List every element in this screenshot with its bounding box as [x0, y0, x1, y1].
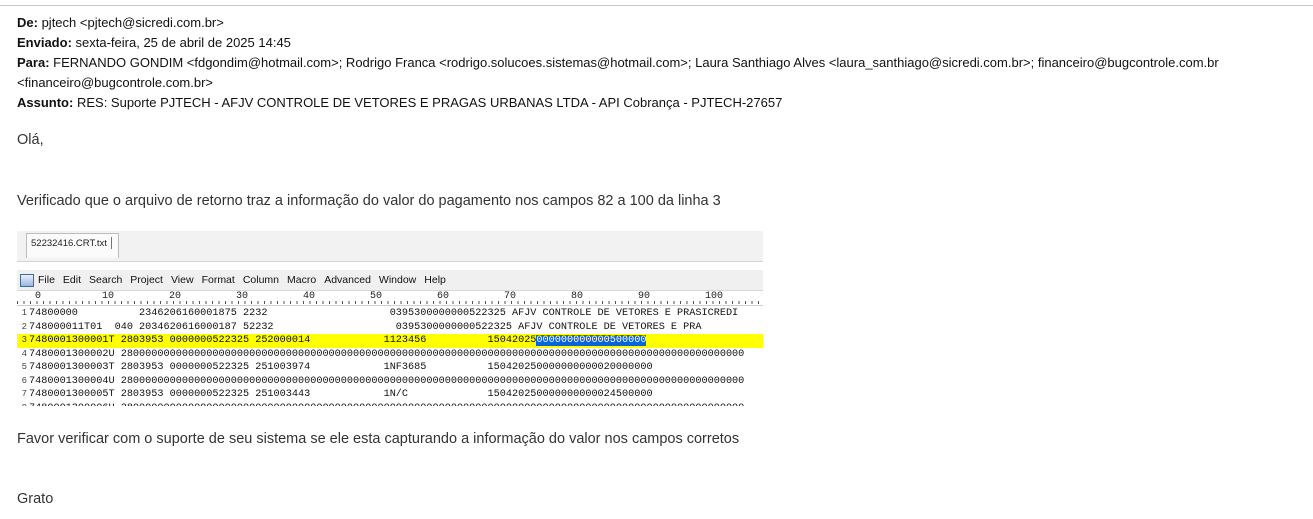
- to-label: Para:: [17, 55, 50, 70]
- line-number: 5: [21, 362, 27, 372]
- column-ruler: 0 10 20 30 40 50 60 70 80 90 100: [17, 291, 763, 306]
- line-number: 3: [21, 335, 27, 345]
- to-value[interactable]: FERNANDO GONDIM <fdgondim@hotmail.com>; …: [17, 55, 1219, 90]
- file-tab[interactable]: 52232416.CRT.txt: [26, 233, 119, 258]
- menu-item-project[interactable]: Project: [130, 274, 163, 286]
- editor-line[interactable]: 2 748000011T01 040 2034620616000187 52232…: [17, 321, 763, 335]
- menu-item-macro[interactable]: Macro: [287, 274, 316, 286]
- menu-item-search[interactable]: Search: [89, 274, 122, 286]
- editor-gap: [17, 262, 763, 270]
- subject-row: Assunto: RES: Suporte PJTECH - AFJV CONT…: [17, 93, 1302, 113]
- line-text: 748000011T01 040 2034620616000187 52232 …: [29, 321, 702, 333]
- line-text: 74800000 2346206160001875 2232 039530000…: [29, 308, 739, 319]
- line-text: 7480001300001T 2803953 0000000522325 252…: [29, 335, 647, 346]
- menu-items: File Edit Search Project View Format Column Mac…: [38, 270, 454, 290]
- line-text: 7480001300005T 2803953 0000000522325 251…: [29, 389, 653, 400]
- editor-line[interactable]: 3 7480001300001T 2803953 0000000522325 25…: [17, 334, 763, 348]
- signoff-text: Grato: [17, 491, 54, 507]
- editor-app-icon: [20, 274, 34, 287]
- menu-item-advanced[interactable]: Advanced: [324, 274, 371, 286]
- body-paragraph-1: Verificado que o arquivo de retorno traz…: [17, 193, 721, 209]
- editor-line[interactable]: 6 7480001300004U 280000000000000000000000…: [17, 375, 763, 389]
- line-number: 4: [21, 348, 27, 359]
- line-number: 6: [21, 375, 27, 386]
- header-top-divider: [0, 5, 1313, 6]
- from-label: De:: [17, 15, 38, 30]
- line-text: 7480001300006U 2800000000000000000000000…: [29, 402, 744, 407]
- sent-row: Enviado: sexta-feira, 25 de abril de 202…: [17, 33, 1302, 53]
- menu-item-view[interactable]: View: [171, 274, 194, 286]
- subject-label: Assunto:: [17, 95, 74, 110]
- from-value[interactable]: pjtech <pjtech@sicredi.com.br>: [42, 15, 224, 30]
- sent-value: sexta-feira, 25 de abril de 2025 14:45: [75, 35, 291, 50]
- line-text: 7480001300004U 2800000000000000000000000…: [29, 375, 745, 387]
- editor-tab-bar: 52232416.CRT.txt: [17, 231, 763, 262]
- editor-menu-bar: File Edit Search Project View Format Column Mac…: [17, 270, 763, 291]
- body-paragraph-2: Favor verificar com o suporte de seu sis…: [17, 431, 740, 447]
- email-header: De: pjtech <pjtech@sicredi.com.br> Envia…: [17, 13, 1302, 113]
- editor-line[interactable]: 7 7480001300005T 2803953 0000000522325 25…: [17, 388, 763, 402]
- subject-value: RES: Suporte PJTECH - AFJV CONTROLE DE V…: [76, 95, 783, 110]
- editor-line[interactable]: 4 7480001300002U 280000000000000000000000…: [17, 348, 763, 362]
- line-text: 7480001300002U 2800000000000000000000000…: [29, 348, 745, 360]
- selected-value: 000000000000500000: [536, 335, 647, 346]
- editor-text-lines: 1 74800000 2346206160001875 2232 03953000…: [17, 307, 763, 406]
- line-number: 2: [21, 321, 27, 332]
- from-row: De: pjtech <pjtech@sicredi.com.br>: [17, 13, 1302, 33]
- line-number: 7: [21, 389, 27, 399]
- greeting-text: Olá,: [17, 132, 44, 148]
- menu-item-format[interactable]: Format: [202, 274, 235, 286]
- editor-screenshot: 52232416.CRT.txt File Edit Search Project Vi…: [17, 231, 763, 406]
- menu-item-file[interactable]: File: [38, 274, 55, 286]
- line-number: 8: [17, 402, 27, 407]
- to-row: Para: FERNANDO GONDIM <fdgondim@hotmail.…: [17, 53, 1302, 93]
- menu-item-help[interactable]: Help: [424, 274, 446, 286]
- file-tab-label: 52232416.CRT.txt: [31, 238, 107, 249]
- editor-line[interactable]: 87480001300006U 280000000000000000000000…: [17, 402, 763, 407]
- ruler-ticks: [17, 301, 763, 304]
- line-text: 7480001300003T 2803953 0000000522325 251…: [29, 362, 653, 373]
- editor-line[interactable]: 5 7480001300003T 2803953 0000000522325 25…: [17, 361, 763, 375]
- menu-item-column[interactable]: Column: [243, 274, 279, 286]
- tab-separator: [110, 237, 112, 250]
- sent-label: Enviado:: [17, 35, 72, 50]
- line-number: 1: [21, 308, 27, 318]
- menu-item-window[interactable]: Window: [379, 274, 416, 286]
- editor-line[interactable]: 1 74800000 2346206160001875 2232 03953000…: [17, 307, 763, 321]
- menu-item-edit[interactable]: Edit: [63, 274, 81, 286]
